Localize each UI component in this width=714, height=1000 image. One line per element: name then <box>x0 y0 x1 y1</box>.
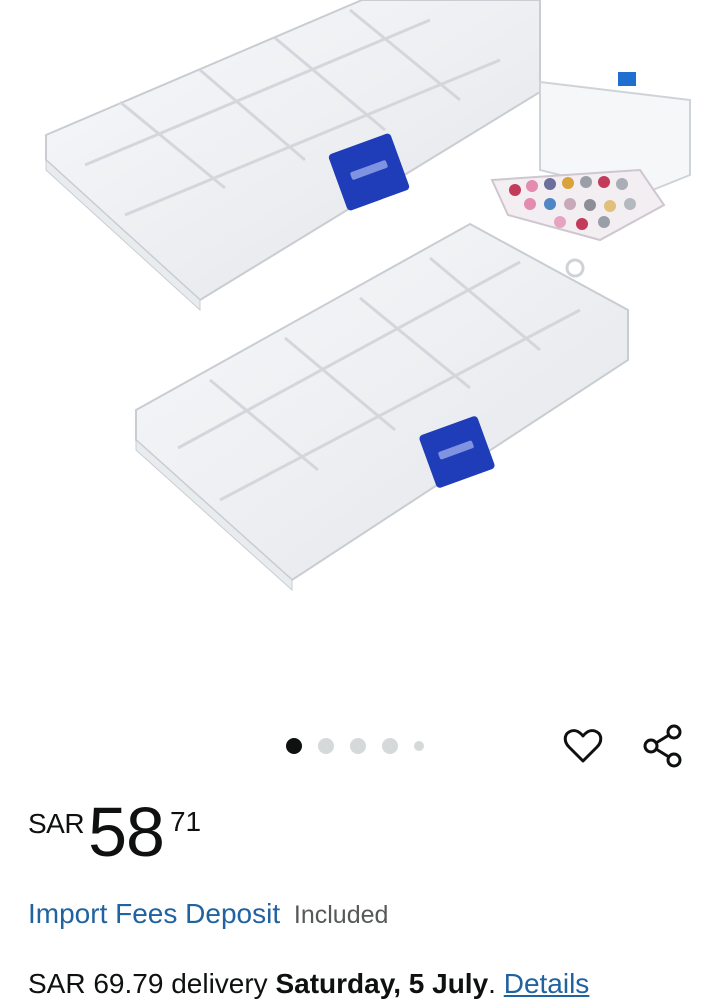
price-currency: SAR <box>28 808 85 839</box>
share-button[interactable] <box>641 724 685 768</box>
carousel-dot-3[interactable] <box>350 738 366 754</box>
delivery-separator: . <box>488 968 496 999</box>
price-fraction: 71 <box>169 806 202 837</box>
carousel-dot-4[interactable] <box>382 738 398 754</box>
price-display: SAR 58 71 <box>28 793 202 871</box>
delivery-fee: SAR 69.79 delivery <box>28 968 268 999</box>
delivery-date: Saturday, 5 July <box>275 968 489 999</box>
carousel-dot-1[interactable] <box>286 738 302 754</box>
import-fees-link[interactable]: Import Fees Deposit <box>28 898 280 929</box>
share-icon <box>643 724 682 768</box>
import-fees-status: Included <box>293 901 389 929</box>
product-image[interactable] <box>0 0 714 700</box>
carousel-dot-2[interactable] <box>318 738 334 754</box>
wishlist-button[interactable] <box>561 724 605 768</box>
price-whole: 58 <box>88 793 165 871</box>
delivery-details-link[interactable]: Details <box>504 968 590 999</box>
heart-outline-icon <box>563 729 603 763</box>
import-fees-row: Import Fees Deposit Included <box>28 898 388 930</box>
delivery-row: SAR 69.79 delivery Saturday, 5 July. Det… <box>28 968 589 1000</box>
carousel-dot-5[interactable] <box>414 741 424 751</box>
image-carousel-dots[interactable] <box>286 738 424 754</box>
